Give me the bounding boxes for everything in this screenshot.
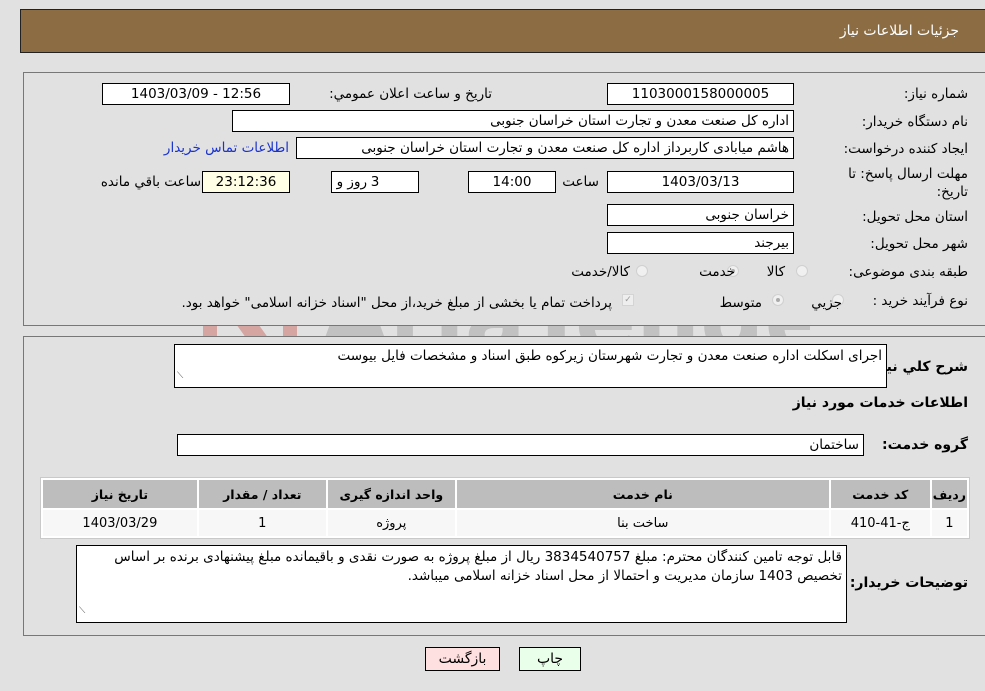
announce-datetime-field: 1403/03/09 - 12:56 (102, 83, 290, 105)
cell-unit: پروژه (327, 510, 455, 536)
col-header-service-code: کد خدمت (830, 480, 930, 508)
requester-field: هاشم میابادی کاربرداز اداره کل صنعت معدن… (296, 137, 794, 159)
deadline-time-field: 14:00 (468, 171, 556, 193)
buyer-notes-text: قابل توجه تامین کنندگان محترم: مبلغ 3834… (114, 549, 842, 584)
category-label: طبقه بندی موضوعی: (848, 264, 968, 280)
page-header: جزئیات اطلاعات نیاز (20, 9, 985, 53)
category-option-service: خدمت (699, 264, 735, 280)
cell-need-date: 1403/03/29 (43, 510, 197, 536)
category-option-goods-service: کالا/خدمت (571, 264, 630, 280)
treasury-checkbox[interactable]: ✓ (622, 294, 634, 306)
announce-datetime-label: تاریخ و ساعت اعلان عمومي: (329, 86, 492, 102)
back-button[interactable]: بازگشت (425, 647, 500, 671)
page-title: جزئیات اطلاعات نیاز (839, 23, 959, 39)
cell-service-code: ج-41-410 (830, 510, 930, 536)
requester-label: ایجاد کننده درخواست: (843, 141, 968, 157)
col-header-unit: واحد اندازه گیری (327, 480, 455, 508)
buyer-org-label: نام دستگاه خریدار: (861, 114, 968, 130)
cell-quantity: 1 (198, 510, 326, 536)
description-text: اجرای اسکلت اداره صنعت معدن و تجارت شهرس… (337, 348, 882, 364)
days-label: روز و (336, 174, 367, 190)
deadline-date-field: 1403/03/13 (607, 171, 794, 193)
purchase-type-radio-medium[interactable] (772, 294, 784, 306)
cell-row-number: 1 (931, 510, 967, 536)
category-radio-goods-service[interactable] (636, 265, 648, 277)
need-info-panel: شماره نیاز: 1103000158000005 تاریخ و ساع… (23, 72, 985, 326)
services-heading: اطلاعات خدمات مورد نیاز (792, 395, 968, 411)
services-table: ردیف کد خدمت نام خدمت واحد اندازه گیری ت… (40, 477, 970, 539)
col-header-row-number: ردیف (931, 480, 967, 508)
col-header-need-date: تاریخ نیاز (43, 480, 197, 508)
buyer-notes-field: قابل توجه تامین کنندگان محترم: مبلغ 3834… (76, 545, 847, 623)
col-header-service-name: نام خدمت (456, 480, 829, 508)
description-field: اجرای اسکلت اداره صنعت معدن و تجارت شهرس… (174, 344, 887, 388)
delivery-province-label: استان محل تحویل: (862, 209, 968, 225)
deadline-time-label: ساعت (562, 174, 599, 190)
service-group-field: ساختمان (177, 434, 864, 456)
service-details-panel: شرح کلي نیاز: اجرای اسکلت اداره صنعت معد… (23, 336, 985, 636)
treasury-note: پرداخت تمام یا بخشی از مبلغ خرید،از محل … (181, 295, 612, 311)
cell-service-name: ساخت بنا (456, 510, 829, 536)
print-button[interactable]: چاپ (519, 647, 581, 671)
purchase-type-option-medium: متوسط (719, 295, 762, 311)
table-row: 1 ج-41-410 ساخت بنا پروژه 1 1403/03/29 (43, 510, 967, 536)
remaining-time-label: ساعت باقي مانده (100, 174, 201, 190)
purchase-type-label: نوع فرآیند خرید : (872, 293, 968, 309)
delivery-city-field: بیرجند (607, 232, 794, 254)
category-radio-goods[interactable] (796, 265, 808, 277)
delivery-city-label: شهر محل تحویل: (870, 236, 968, 252)
category-option-goods: کالا (766, 264, 785, 280)
buyer-org-field: اداره کل صنعت معدن و تجارت استان خراسان … (232, 110, 794, 132)
resize-grip-icon[interactable]: ⟋ (177, 367, 183, 386)
service-group-label: گروه خدمت: (882, 437, 968, 453)
buyer-notes-label: توضیحات خریدار: (849, 575, 968, 591)
table-header-row: ردیف کد خدمت نام خدمت واحد اندازه گیری ت… (43, 480, 967, 508)
purchase-type-option-minor: جزيي (811, 295, 842, 311)
need-number-label: شماره نیاز: (903, 86, 968, 102)
col-header-quantity: تعداد / مقدار (198, 480, 326, 508)
deadline-label: مهلت ارسال پاسخ: تا تاریخ: (848, 166, 968, 200)
need-number-field: 1103000158000005 (607, 83, 794, 105)
delivery-province-field: خراسان جنوبی (607, 204, 794, 226)
remaining-time-field: 23:12:36 (202, 171, 290, 193)
resize-grip-icon[interactable]: ⟋ (79, 602, 85, 621)
buyer-contact-link[interactable]: اطلاعات تماس خریدار (164, 140, 289, 156)
